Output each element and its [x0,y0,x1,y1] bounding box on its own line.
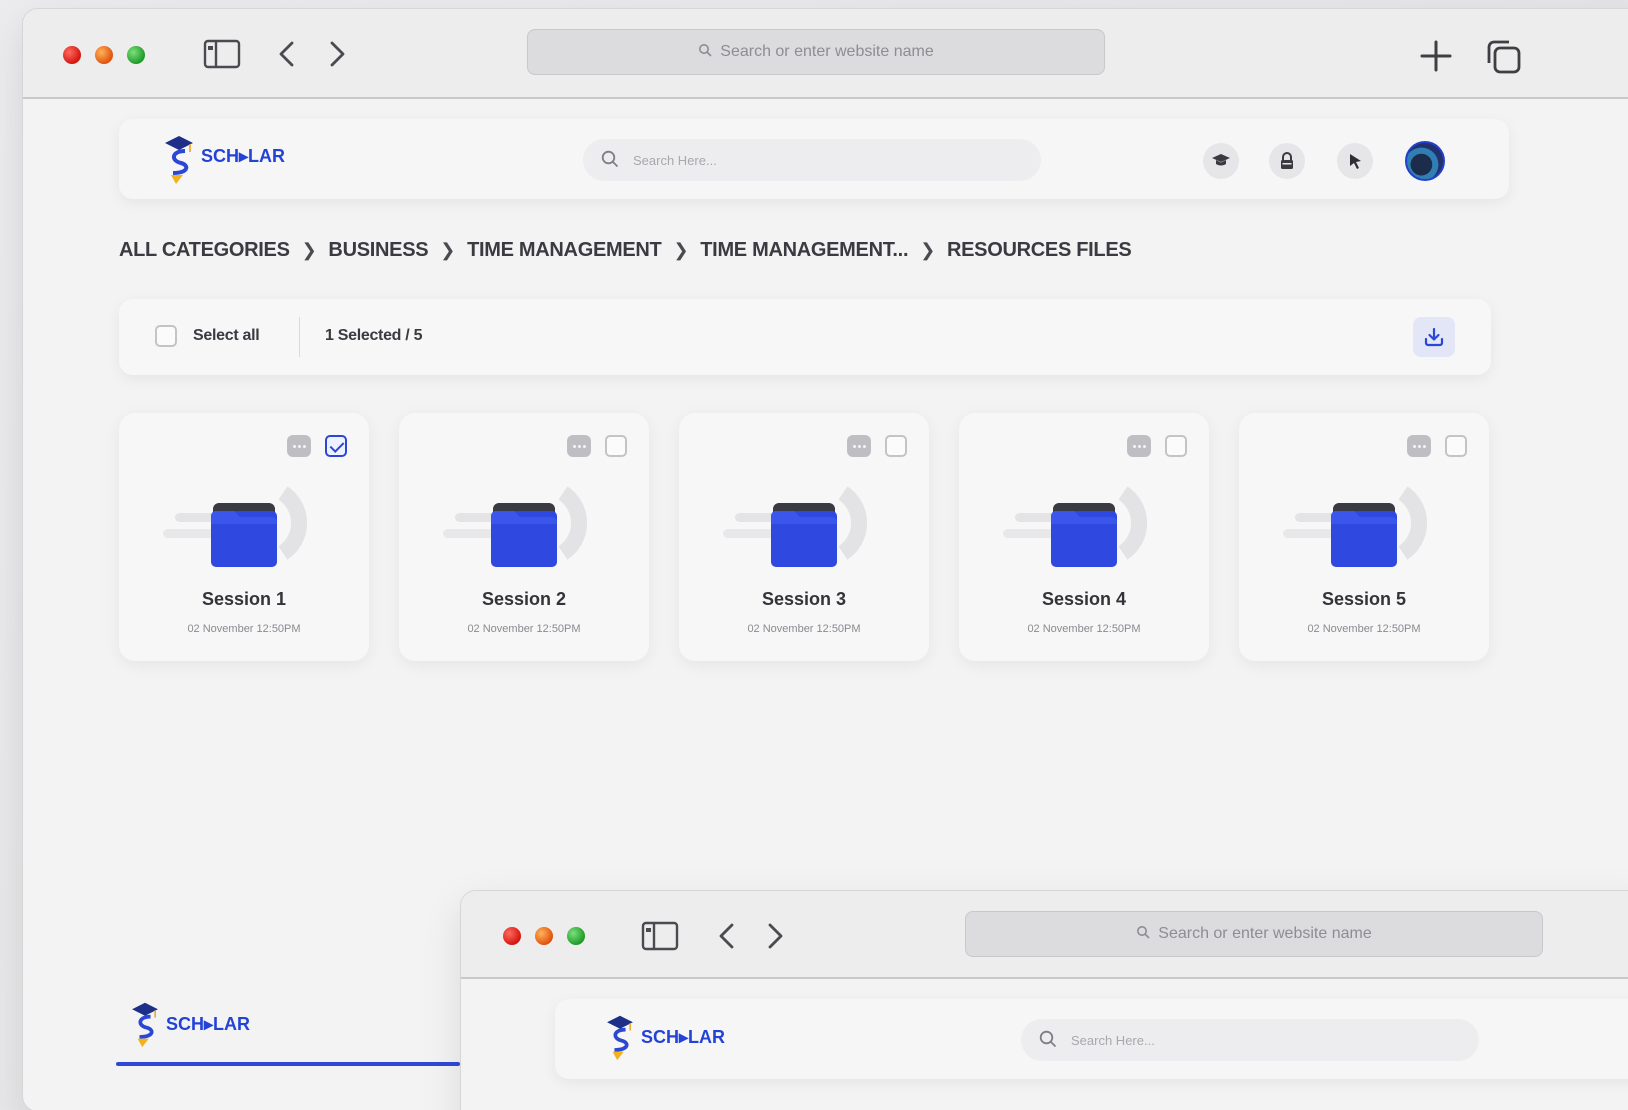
scholar-logo-icon [132,1002,158,1048]
app-header: SCH▸LAR Search Here... [119,119,1509,199]
card-date: 02 November 12:50PM [467,623,581,635]
more-options-icon[interactable] [1127,435,1151,457]
search-icon [601,150,619,171]
logo-text: SCH▸LAR [201,146,286,166]
address-bar[interactable]: Search or enter website name [965,911,1543,957]
folder-card-1[interactable]: Session 1 02 November 12:50PM [119,413,369,661]
chevron-right-icon: ❯ [440,239,456,260]
download-button[interactable] [1413,317,1455,357]
search-icon [698,43,712,62]
more-options-icon[interactable] [287,435,311,457]
folder-icon [1283,483,1453,573]
forward-icon[interactable] [763,921,787,955]
card-checkbox[interactable] [325,435,347,457]
scholar-logo-icon [165,136,193,184]
close-dot[interactable] [63,46,81,64]
pointer-button[interactable] [1337,143,1373,179]
app-search-placeholder: Search Here... [633,152,717,168]
logo-text: SCH▸LAR [166,1014,251,1034]
breadcrumb-item-time-management[interactable]: TIME MANAGEMENT [467,239,662,262]
folder-icon [163,483,333,573]
folder-icon [443,483,613,573]
app-search-placeholder: Search Here... [1071,1032,1155,1048]
graduation-cap-icon [1212,154,1230,166]
folder-icon [1003,483,1173,573]
card-date: 02 November 12:50PM [187,623,301,635]
card-title: Session 3 [761,589,847,609]
select-all-checkbox[interactable] [155,325,177,347]
select-all-label[interactable]: Select all [193,327,260,345]
folder-card-5[interactable]: Session 5 02 November 12:50PM [1239,413,1489,661]
breadcrumb-item-resources-files: RESOURCES FILES [947,238,1132,261]
zoom-dot[interactable] [127,46,145,64]
browser-toolbar: Search or enter website name [461,891,1628,979]
divider [299,317,300,357]
card-title: Session 4 [1041,589,1127,609]
chevron-right-icon: ❯ [920,239,935,260]
folder-card-3[interactable]: Session 3 02 November 12:50PM [679,413,929,661]
card-checkbox[interactable] [885,435,907,457]
close-dot[interactable] [503,927,521,945]
card-date: 02 November 12:50PM [1307,623,1421,635]
address-bar-placeholder: Search or enter website name [1158,925,1372,942]
breadcrumb-item-time-management-sub[interactable]: TIME MANAGEMENT... [700,239,908,262]
breadcrumb: ALL CATEGORIES ❯ BUSINESS ❯ TIME MANAGEM… [119,235,1132,265]
address-bar-placeholder: Search or enter website name [720,43,934,60]
more-options-icon[interactable] [847,435,871,457]
pointer-icon [1350,154,1361,169]
tabs-overview-icon[interactable] [1485,39,1523,79]
minimize-dot[interactable] [535,927,553,945]
scholar-logo-icon [607,1015,633,1061]
breadcrumb-item-all-categories[interactable]: ALL CATEGORIES [119,239,290,262]
app-header: SCH▸LAR Search Here... [555,999,1628,1079]
lock-button[interactable] [1269,143,1305,179]
scholar-logo[interactable]: SCH▸LAR [163,133,285,185]
sidebar-icon[interactable] [641,921,679,955]
more-options-icon[interactable] [567,435,591,457]
card-checkbox[interactable] [605,435,627,457]
avatar[interactable] [1405,141,1445,181]
app-search-input[interactable]: Search Here... [1021,1019,1479,1061]
active-tab-indicator [116,1062,460,1066]
app-search-input[interactable]: Search Here... [583,139,1041,181]
scholar-logo[interactable]: SCH▸LAR [605,1013,725,1061]
card-title: Session 5 [1321,589,1407,609]
zoom-dot[interactable] [567,927,585,945]
sidebar-icon[interactable] [203,39,241,73]
browser-toolbar: Search or enter website name [23,9,1628,99]
search-icon [1039,1030,1057,1051]
selection-bar: Select all 1 Selected / 5 [119,299,1491,375]
download-icon [1424,327,1444,347]
card-date: 02 November 12:50PM [747,623,861,635]
card-title: Session 1 [201,589,287,609]
lock-icon [1281,152,1293,169]
forward-icon[interactable] [325,39,349,73]
folder-icon [723,483,893,573]
logo-text: SCH▸LAR [641,1027,726,1047]
courses-button[interactable] [1203,143,1239,179]
card-checkbox[interactable] [1445,435,1467,457]
card-checkbox[interactable] [1165,435,1187,457]
minimize-dot[interactable] [95,46,113,64]
back-icon[interactable] [715,921,739,955]
more-options-icon[interactable] [1407,435,1431,457]
address-bar[interactable]: Search or enter website name [527,29,1105,75]
chevron-right-icon: ❯ [673,239,689,260]
folder-card-2[interactable]: Session 2 02 November 12:50PM [399,413,649,661]
card-title: Session 2 [481,589,567,609]
new-tab-icon[interactable] [1419,39,1453,77]
search-icon [1136,925,1150,944]
selected-count: 1 Selected / 5 [325,327,423,344]
chevron-right-icon: ❯ [301,239,317,260]
browser-window-secondary: Search or enter website name SCH▸LAR Sea… [460,890,1628,1110]
scholar-logo-footer[interactable]: SCH▸LAR [130,1000,250,1048]
back-icon[interactable] [275,39,299,73]
card-date: 02 November 12:50PM [1027,623,1141,635]
breadcrumb-item-business[interactable]: BUSINESS [328,239,428,262]
folder-card-4[interactable]: Session 4 02 November 12:50PM [959,413,1209,661]
